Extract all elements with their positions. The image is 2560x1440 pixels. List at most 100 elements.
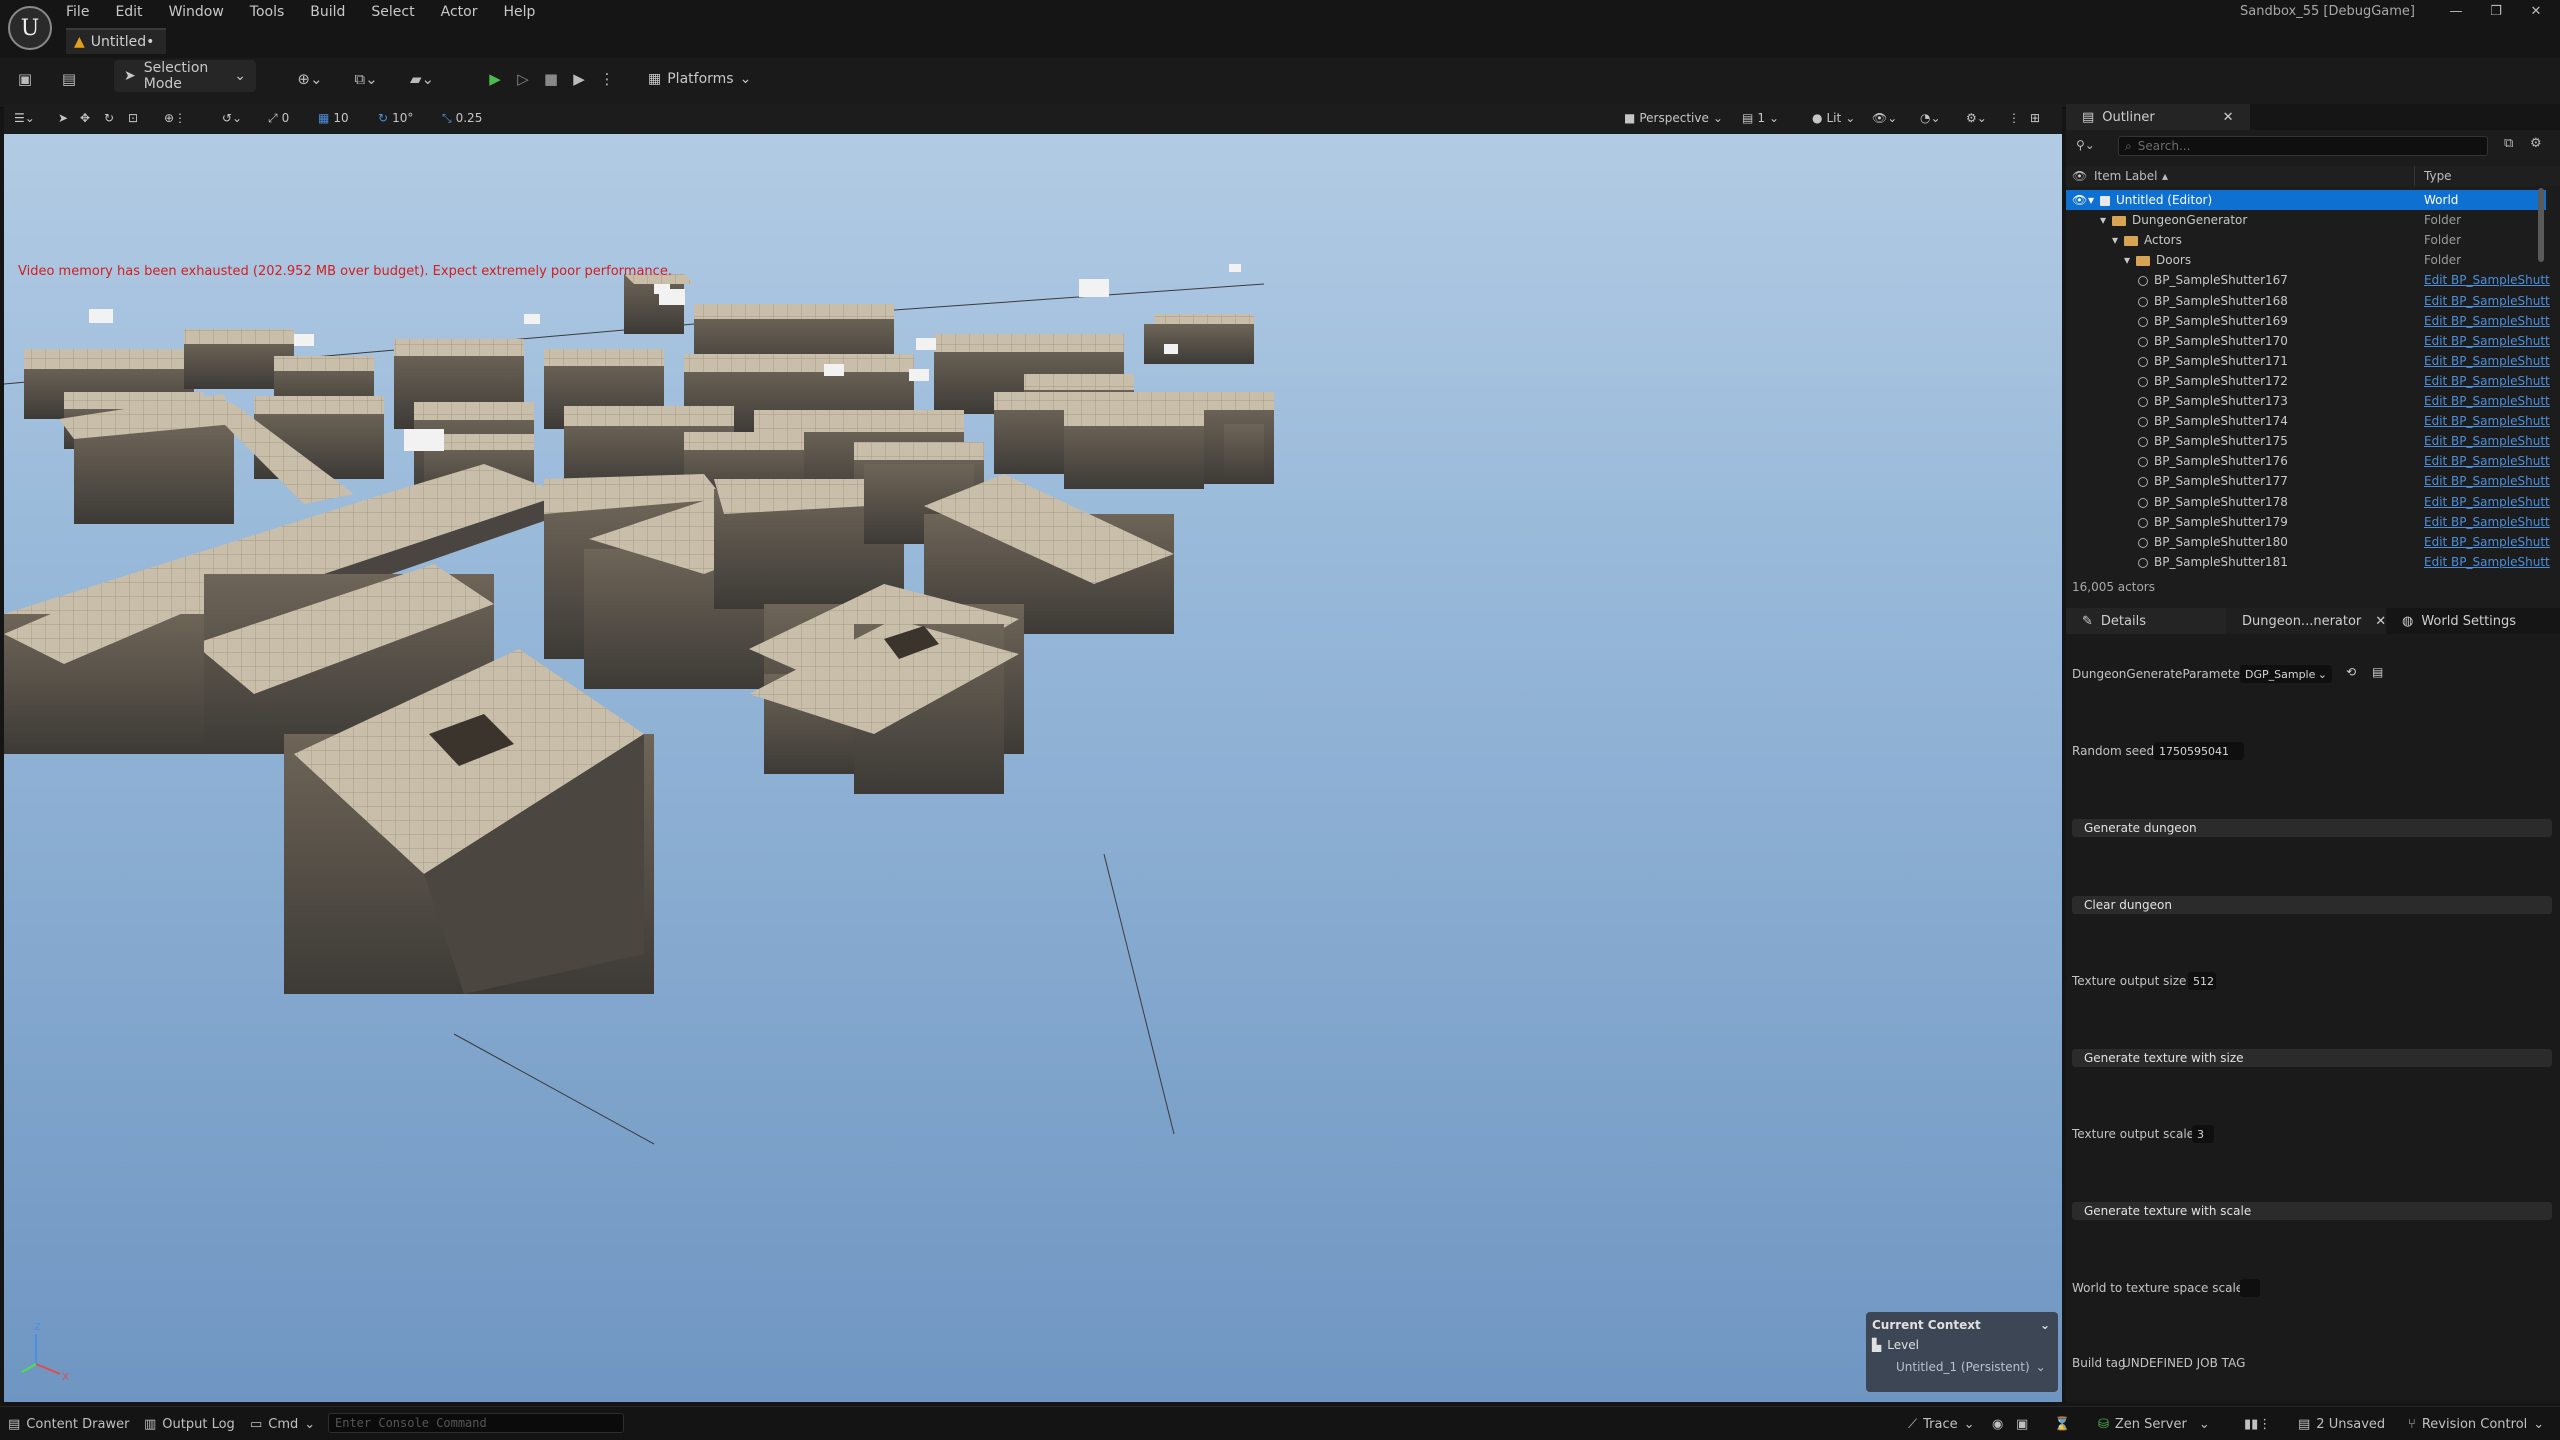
menu-actor[interactable]: Actor	[441, 4, 492, 20]
launch-icon[interactable]: ▶	[566, 66, 592, 92]
outliner-folder-row[interactable]: ▾ Actors Folder	[2066, 230, 2546, 250]
output-log-button[interactable]: ▥ Output Log	[144, 1414, 235, 1434]
menu-tools[interactable]: Tools	[250, 4, 299, 20]
outliner-actor-row[interactable]: BP_SampleShutter171 Edit BP_SampleShutt	[2066, 351, 2550, 371]
more-icon[interactable]: ⋮	[2008, 108, 2020, 128]
edit-blueprint-link[interactable]: Edit BP_SampleShutt	[2424, 294, 2550, 308]
add-folder-icon[interactable]: ⧉	[2504, 136, 2513, 151]
step-icon[interactable]: ▷	[510, 66, 536, 92]
edit-blueprint-link[interactable]: Edit BP_SampleShutt	[2424, 273, 2550, 287]
surface-snap-icon[interactable]: ↺⌄	[222, 108, 242, 128]
outliner-folder-row[interactable]: ▾ Doors Folder	[2066, 250, 2546, 270]
performance-icon[interactable]: ◔⌄	[1920, 108, 1941, 128]
generate-texture-with-scale-button[interactable]: Generate texture with scale	[2072, 1202, 2552, 1220]
outliner-actor-row[interactable]: BP_SampleShutter168 Edit BP_SampleShutt	[2066, 291, 2550, 311]
menu-select[interactable]: Select	[371, 4, 428, 20]
current-context-level-dropdown[interactable]: Untitled_1 (Persistent) ⌄	[1866, 1354, 2058, 1374]
expand-arrow-icon[interactable]: ▾	[2100, 213, 2106, 227]
outliner-actor-row[interactable]: BP_SampleShutter169 Edit BP_SampleShutt	[2066, 311, 2550, 331]
close-tab-icon[interactable]: ✕	[2223, 110, 2234, 125]
generate-dungeon-button[interactable]: Generate dungeon	[2072, 819, 2552, 837]
rotate-tool-icon[interactable]: ↻	[104, 108, 114, 128]
edit-blueprint-link[interactable]: Edit BP_SampleShutt	[2424, 334, 2550, 348]
edit-blueprint-link[interactable]: Edit BP_SampleShutt	[2424, 414, 2550, 428]
viewport-menu-icon[interactable]: ☰⌄	[14, 108, 35, 128]
selection-mode-button[interactable]: ➤ Selection Mode ⌄	[114, 60, 256, 92]
menu-build[interactable]: Build	[310, 4, 359, 20]
edit-blueprint-link[interactable]: Edit BP_SampleShutt	[2424, 495, 2550, 509]
edit-blueprint-link[interactable]: Edit BP_SampleShutt	[2424, 454, 2550, 468]
expand-arrow-icon[interactable]: ▾	[2112, 233, 2118, 247]
settings-gear-icon[interactable]: ⚙⌄	[1966, 108, 1987, 128]
outliner-scrollbar[interactable]	[2538, 188, 2544, 262]
edit-blueprint-link[interactable]: Edit BP_SampleShutt	[2424, 354, 2550, 368]
outliner-actor-row[interactable]: BP_SampleShutter180 Edit BP_SampleShutt	[2066, 532, 2550, 552]
derived-data-icon[interactable]: ⌛	[2054, 1414, 2070, 1434]
console-command-input[interactable]: Enter Console Command	[328, 1413, 624, 1433]
play-icon[interactable]: ▶	[482, 66, 508, 92]
world-space-icon[interactable]: ⊕⋮	[164, 108, 186, 128]
save-icon[interactable]: ▣	[12, 66, 38, 92]
browse-asset-icon[interactable]: ▤	[2372, 665, 2383, 679]
edit-blueprint-link[interactable]: Edit BP_SampleShutt	[2424, 535, 2550, 549]
zen-server-button[interactable]: ⛁ Zen Server ⌄	[2098, 1414, 2210, 1434]
trace-button[interactable]: ⟋ Trace ⌄	[1908, 1414, 1975, 1434]
edit-blueprint-link[interactable]: Edit BP_SampleShutt	[2424, 515, 2550, 529]
perspective-button[interactable]: ■ Perspective ⌄	[1624, 108, 1723, 128]
outliner-world-row[interactable]: 👁 ▾ Untitled (Editor) World	[2066, 190, 2546, 210]
grid-snap-button[interactable]: ▦ 10	[318, 108, 349, 128]
tab-details[interactable]: ✎ Details	[2066, 608, 2226, 634]
outliner-actor-row[interactable]: BP_SampleShutter177 Edit BP_SampleShutt	[2066, 471, 2550, 491]
scale-snap-button[interactable]: ⤡ 0.25	[442, 108, 482, 128]
screenshot-icon[interactable]: ▣	[2016, 1414, 2028, 1434]
close-tab-icon[interactable]: ✕	[2375, 614, 2386, 629]
visibility-icon[interactable]: 👁	[2072, 169, 2087, 183]
outliner-folder-row[interactable]: ▾ DungeonGenerator Folder	[2066, 210, 2546, 230]
outliner-actor-row[interactable]: BP_SampleShutter178 Edit BP_SampleShutt	[2066, 492, 2550, 512]
level-viewport[interactable]: Video memory has been exhausted (202.952…	[4, 134, 2062, 1402]
stats-icon[interactable]: ▮▮⋮	[2244, 1414, 2271, 1434]
rotation-snap-left-button[interactable]: ⤢ 0	[268, 108, 289, 128]
blueprint-icon[interactable]: ⧉⌄	[346, 66, 386, 92]
edit-blueprint-link[interactable]: Edit BP_SampleShutt	[2424, 474, 2550, 488]
cmd-button[interactable]: ▭ Cmd ⌄	[250, 1414, 315, 1434]
world-to-texture-space-scale-input[interactable]	[2240, 1279, 2260, 1297]
edit-blueprint-link[interactable]: Edit BP_SampleShutt	[2424, 314, 2550, 328]
menu-edit[interactable]: Edit	[115, 4, 156, 20]
platforms-button[interactable]: ▦ Platforms ⌄	[648, 66, 751, 92]
tab-outliner[interactable]: ▤ Outliner ✕	[2066, 104, 2250, 130]
edit-blueprint-link[interactable]: Edit BP_SampleShutt	[2424, 434, 2550, 448]
outliner-actor-row[interactable]: BP_SampleShutter173 Edit BP_SampleShutt	[2066, 391, 2550, 411]
show-flags-icon[interactable]: 👁⌄	[1872, 108, 1897, 128]
scale-tool-icon[interactable]: ⊡	[128, 108, 138, 128]
dungeon-generate-parameter-dropdown[interactable]: DGP_Sample ⌄	[2240, 665, 2332, 683]
visibility-icon[interactable]: 👁	[2072, 193, 2087, 207]
revision-control-button[interactable]: ⑂ Revision Control ⌄	[2408, 1414, 2544, 1434]
generate-texture-with-size-button[interactable]: Generate texture with size	[2072, 1049, 2552, 1067]
select-tool-icon[interactable]: ➤	[58, 108, 68, 128]
clear-dungeon-button[interactable]: Clear dungeon	[2072, 896, 2552, 914]
outliner-search-input[interactable]: ⌕ Search...	[2118, 136, 2488, 156]
document-tab[interactable]: ▲ Untitled•	[66, 28, 167, 54]
browse-icon[interactable]: ▤	[56, 66, 82, 92]
menu-window[interactable]: Window	[169, 4, 238, 20]
texture-output-size-input[interactable]: 512	[2188, 972, 2216, 990]
rotation-snap-button[interactable]: ↻ 10°	[378, 108, 413, 128]
more-options-icon[interactable]: ⋮	[594, 66, 620, 92]
edit-blueprint-link[interactable]: Edit BP_SampleShutt	[2424, 394, 2550, 408]
close-window-button[interactable]: ✕	[2512, 0, 2560, 22]
stop-icon[interactable]: ■	[538, 66, 564, 92]
outliner-actor-row[interactable]: BP_SampleShutter176 Edit BP_SampleShutt	[2066, 451, 2550, 471]
expand-arrow-icon[interactable]: ▾	[2124, 253, 2130, 267]
outliner-actor-row[interactable]: BP_SampleShutter170 Edit BP_SampleShutt	[2066, 331, 2550, 351]
menu-file[interactable]: File	[66, 4, 103, 20]
chevron-down-icon[interactable]: ⌄	[2040, 1318, 2050, 1332]
outliner-actor-row[interactable]: BP_SampleShutter174 Edit BP_SampleShutt	[2066, 411, 2550, 431]
tab-dungeon-generator[interactable]: Dungeon...nerator ✕	[2226, 608, 2386, 634]
record-icon[interactable]: ◉	[1992, 1414, 2003, 1434]
texture-output-scale-input[interactable]: 3	[2192, 1125, 2214, 1143]
edit-blueprint-link[interactable]: Edit BP_SampleShutt	[2424, 374, 2550, 388]
viewport-layout-icon[interactable]: ⊞	[2030, 108, 2040, 128]
lighting-button[interactable]: ● Lit ⌄	[1812, 108, 1855, 128]
outliner-actor-row[interactable]: BP_SampleShutter175 Edit BP_SampleShutt	[2066, 431, 2550, 451]
